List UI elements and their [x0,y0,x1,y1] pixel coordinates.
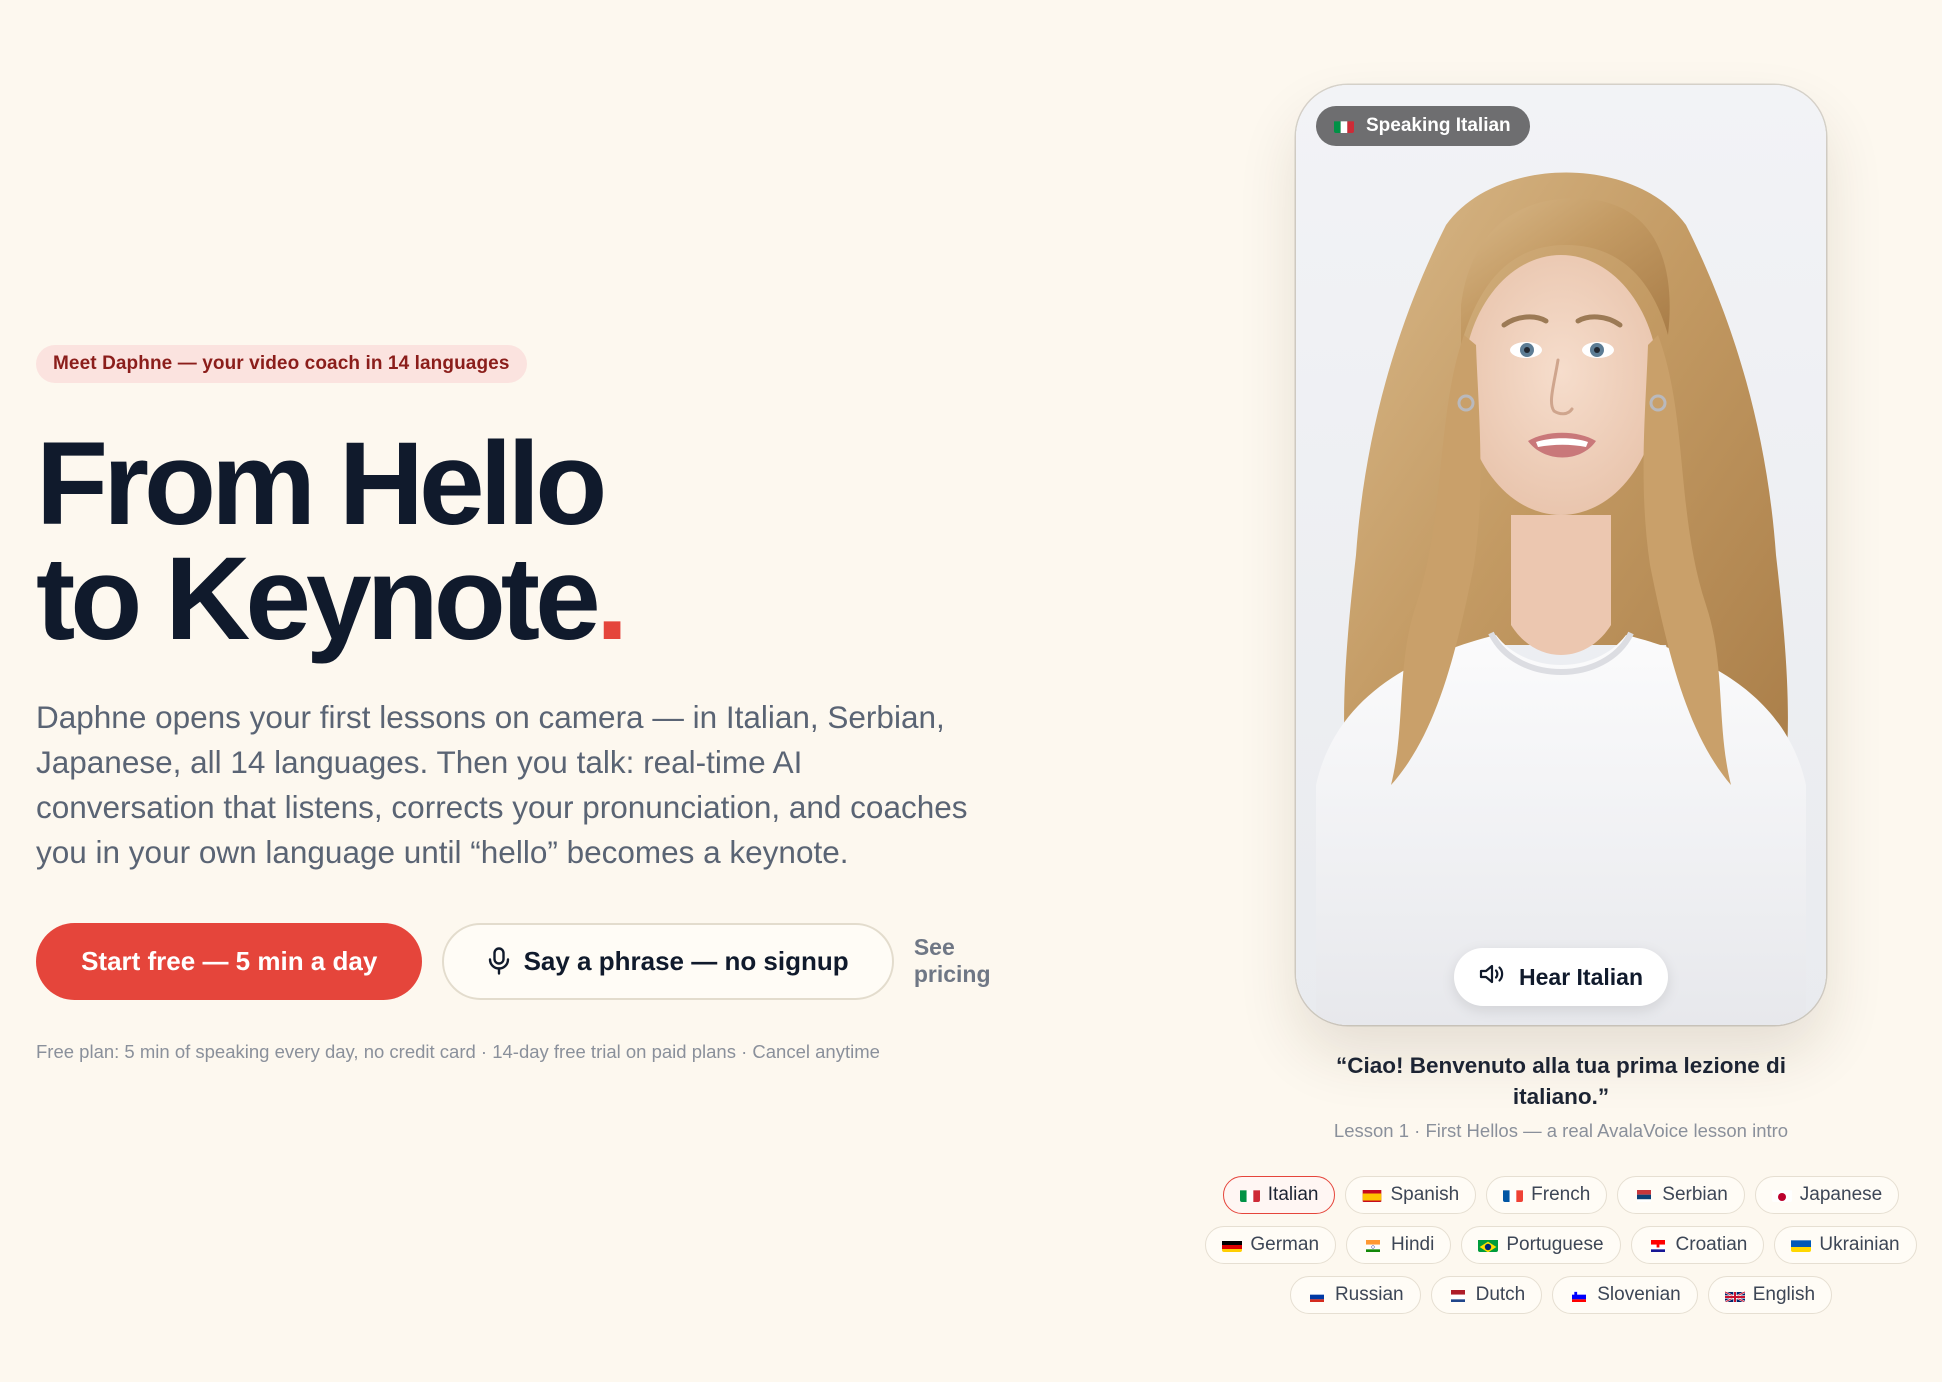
language-chip-hindi[interactable]: Hindi [1346,1226,1452,1264]
headline-line-2-text: to Keynote [36,533,601,665]
language-chip-label: Croatian [1675,1234,1748,1255]
language-chip-label: Slovenian [1597,1284,1681,1305]
italy-flag-icon [1334,119,1354,133]
hero-description: Daphne opens your first lessons on camer… [36,699,968,870]
cta-row: Start free — 5 min a day Say a phrase — … [36,921,1036,1001]
hr-flag-icon [1648,1238,1668,1252]
language-chip-serbian[interactable]: Serbian [1617,1176,1745,1214]
language-chip-russian[interactable]: Russian [1289,1276,1421,1314]
language-chip-japanese[interactable]: Japanese [1754,1176,1900,1214]
language-chip-english[interactable]: English [1707,1276,1833,1314]
hear-language-button[interactable]: Hear Italian [1454,948,1668,1006]
language-chip-label: Serbian [1662,1184,1728,1205]
gb-flag-icon [1724,1288,1745,1302]
nl-flag-icon [1448,1288,1468,1302]
language-chip-spanish[interactable]: Spanish [1345,1176,1477,1214]
start-free-button[interactable]: Start free — 5 min a day [36,922,423,1000]
language-chip-label: Russian [1334,1284,1404,1305]
it-flag-icon [1239,1188,1260,1202]
hero-section: Meet Daphne — your video coach in 14 lan… [36,345,1036,1063]
language-chip-label: Ukrainian [1819,1234,1900,1255]
headline: From Hello to Keynote. [36,418,1036,658]
language-chip-ukrainian[interactable]: Ukrainian [1774,1226,1917,1264]
language-chip-label: Hindi [1391,1234,1435,1255]
br-flag-icon [1478,1238,1499,1252]
ua-flag-icon [1791,1238,1812,1252]
language-chip-label: German [1250,1234,1320,1255]
say-phrase-label: Say a phrase — no signup [523,945,849,976]
intro-badge: Meet Daphne — your video coach in 14 lan… [36,345,527,383]
language-selector: Italian Spanish French Serbian Japanese Germa… [1205,1176,1917,1314]
language-chip-portuguese[interactable]: Portuguese [1461,1226,1621,1264]
language-chip-label: Italian [1267,1184,1319,1205]
fr-flag-icon [1503,1188,1524,1202]
headline-accent-dot: . [595,533,629,665]
language-chip-label: French [1531,1184,1591,1205]
speaking-language-badge: Speaking Italian [1316,106,1530,146]
fineprint: Free plan: 5 min of speaking every day, … [36,1041,880,1062]
language-chip-label: English [1752,1284,1816,1305]
ru-flag-icon [1307,1288,1327,1302]
language-chip-label: Portuguese [1506,1234,1604,1255]
si-flag-icon [1569,1288,1589,1302]
hear-language-label: Hear Italian [1519,963,1643,990]
video-player-card[interactable]: Speaking Italian Hear Italian [1296,85,1826,1025]
language-chip-italian[interactable]: Italian [1222,1176,1336,1214]
language-chip-label: Japanese [1799,1184,1883,1205]
language-chip-french[interactable]: French [1486,1176,1608,1214]
language-chip-german[interactable]: German [1205,1226,1337,1264]
headline-line-2: to Keynote. [36,540,1036,658]
headline-line-1: From Hello [36,418,607,550]
es-flag-icon [1362,1188,1382,1202]
rs-flag-icon [1634,1188,1654,1202]
language-chip-label: Dutch [1475,1284,1526,1305]
speaker-icon [1479,963,1505,991]
language-chip-croatian[interactable]: Croatian [1630,1226,1765,1264]
language-chip-slovenian[interactable]: Slovenian [1552,1276,1698,1314]
in-flag-icon [1363,1238,1383,1252]
jp-flag-icon [1771,1188,1792,1202]
language-chip-dutch[interactable]: Dutch [1430,1276,1543,1314]
lesson-caption: Lesson 1 · First Hellos — a real AvalaVo… [1333,1120,1789,1141]
see-pricing-link[interactable]: See pricing [914,934,1036,988]
lesson-quote: “Ciao! Benvenuto alla tua prima lezione … [1335,1053,1787,1109]
microphone-icon [488,947,510,975]
say-phrase-button[interactable]: Say a phrase — no signup [442,922,894,1000]
speaking-language-label: Speaking Italian [1366,115,1511,136]
language-chip-label: Spanish [1390,1184,1460,1205]
de-flag-icon [1222,1238,1243,1252]
coach-portrait [1296,85,1826,1025]
